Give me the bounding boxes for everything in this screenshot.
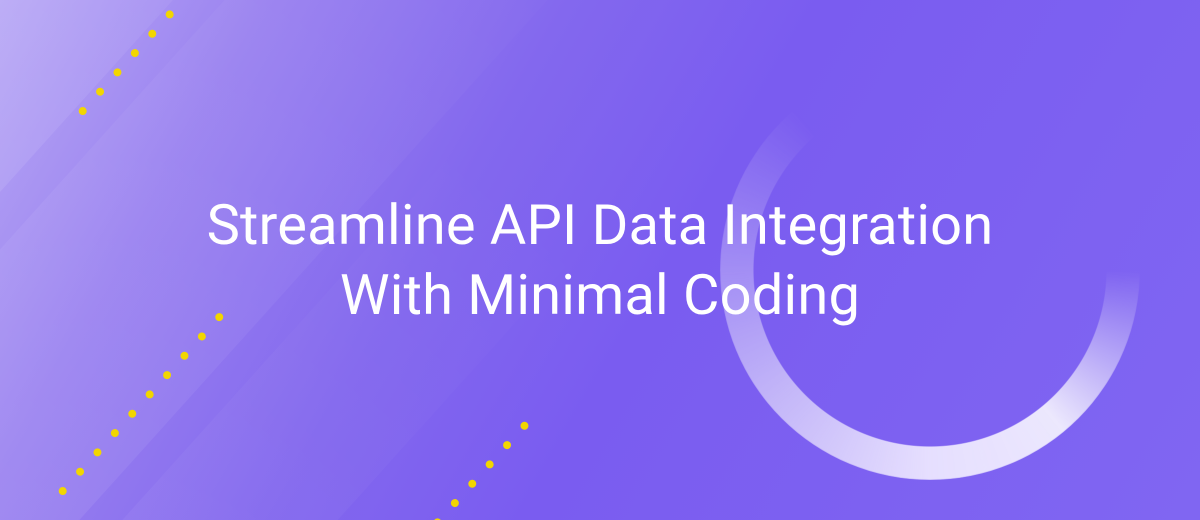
dotted-line-decoration	[397, 420, 530, 520]
banner-title: Streamline API Data Integration With Min…	[150, 190, 1050, 330]
hero-banner: Streamline API Data Integration With Min…	[0, 0, 1200, 520]
